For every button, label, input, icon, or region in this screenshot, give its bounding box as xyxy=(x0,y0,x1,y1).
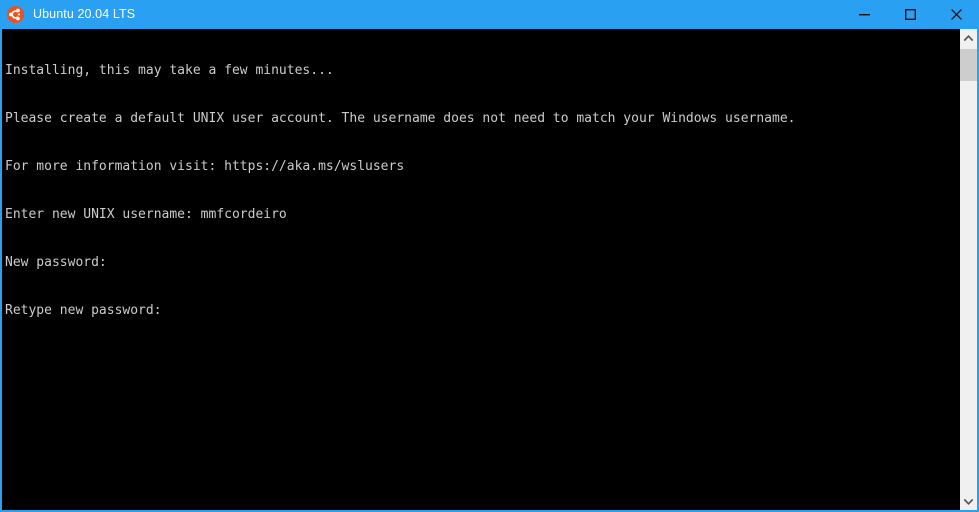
scrollbar-track[interactable] xyxy=(960,46,977,493)
maximize-icon xyxy=(904,9,916,20)
scrollbar-up-button[interactable] xyxy=(960,29,977,46)
terminal-line: Installing, this may take a few minutes.… xyxy=(5,63,334,78)
window-controls xyxy=(841,0,977,29)
terminal-window: Ubuntu 20.04 LTS Installing, this may ta… xyxy=(0,0,979,512)
title-bar[interactable]: Ubuntu 20.04 LTS xyxy=(2,0,977,29)
ubuntu-logo-icon xyxy=(7,6,24,23)
close-button[interactable] xyxy=(933,0,977,29)
minimize-button[interactable] xyxy=(841,0,887,29)
close-icon xyxy=(950,9,962,20)
title-bar-left: Ubuntu 20.04 LTS xyxy=(2,0,841,29)
maximize-button[interactable] xyxy=(887,0,933,29)
terminal-output-area[interactable]: Installing, this may take a few minutes.… xyxy=(2,29,959,510)
terminal-prompt-line: Retype new password: xyxy=(5,303,162,318)
scrollbar-thumb[interactable] xyxy=(960,49,977,81)
chevron-up-icon xyxy=(964,34,973,41)
terminal-line: New password: xyxy=(5,255,107,270)
terminal-line: Please create a default UNIX user accoun… xyxy=(5,111,796,126)
scrollbar-down-button[interactable] xyxy=(960,493,977,510)
terminal-line: Enter new UNIX username: mmfcordeiro xyxy=(5,207,287,222)
minimize-icon xyxy=(858,9,870,20)
vertical-scrollbar[interactable] xyxy=(959,29,977,510)
window-title: Ubuntu 20.04 LTS xyxy=(33,7,136,21)
chevron-down-icon xyxy=(964,498,973,505)
terminal-screen: Installing, this may take a few minutes.… xyxy=(5,31,959,351)
terminal-line: For more information visit: https://aka.… xyxy=(5,159,405,174)
